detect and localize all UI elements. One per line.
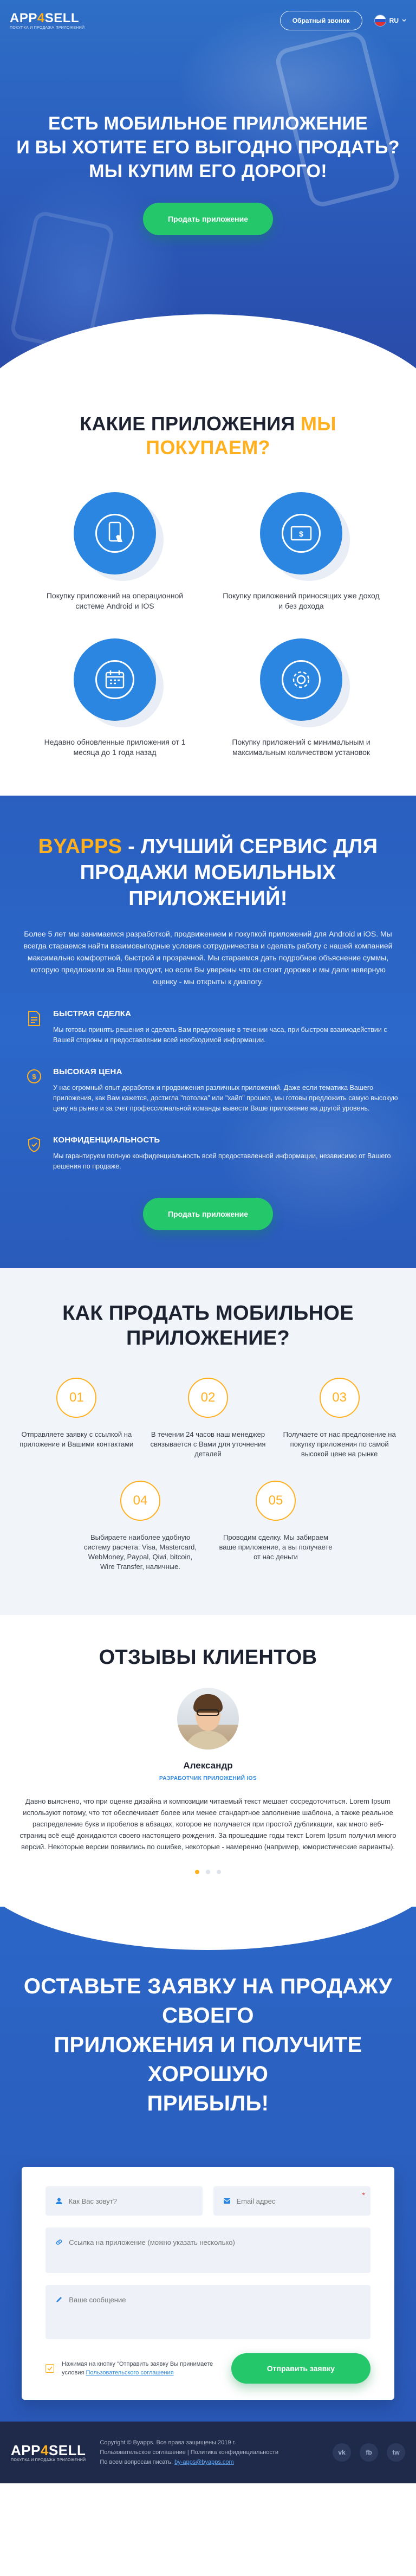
- reviewer-role: РАЗРАБОТЧИК ПРИЛОЖЕНИЙ IOS: [159, 1776, 257, 1781]
- message-input[interactable]: [69, 2296, 361, 2312]
- step: 02 В течении 24 часов наш менеджер связыв…: [142, 1378, 274, 1459]
- facebook-icon[interactable]: fb: [360, 2443, 378, 2462]
- step-number: 01: [56, 1378, 97, 1418]
- hero-section: APP4SELL ПОКУПКА И ПРОДАЖА ПРИЛОЖЕНИЙ Об…: [0, 0, 416, 379]
- document-icon: [28, 1011, 40, 1026]
- hero-title: ЕСТЬ МОБИЛЬНОЕ ПРИЛОЖЕНИЕ И ВЫ ХОТИТЕ ЕГ…: [16, 113, 400, 182]
- ru-flag-icon: [374, 15, 386, 27]
- name-input[interactable]: [68, 2197, 193, 2205]
- user-agreement-link[interactable]: Пользовательского соглашения: [86, 2370, 174, 2376]
- svg-text:$: $: [299, 530, 303, 538]
- submit-request-button[interactable]: Отправить заявку: [231, 2353, 370, 2384]
- footer-meta: Copyright © Byapps. Все права защищены 2…: [100, 2438, 318, 2467]
- section-title: КАКИЕ ПРИЛОЖЕНИЯ МЫ ПОКУПАЕМ?: [80, 412, 336, 459]
- phone-touch-icon: [74, 492, 156, 574]
- step: 05 Проводим сделку. Мы забираем ваше прил…: [208, 1481, 343, 1572]
- logo[interactable]: APP4SELL ПОКУПКА И ПРОДАЖА ПРИЛОЖЕНИЙ: [10, 11, 85, 30]
- carousel-dot[interactable]: [206, 1870, 210, 1874]
- section-title: ОСТАВЬТЕ ЗАЯВКУ НА ПРОДАЖУ СВОЕГО ПРИЛОЖ…: [23, 1974, 393, 2115]
- footer-logo[interactable]: APP4SELL ПОКУПКА И ПРОДАЖА ПРИЛОЖЕНИЙ: [11, 2443, 86, 2462]
- sell-app-button[interactable]: Продать приложение: [142, 203, 274, 235]
- footer: APP4SELL ПОКУПКА И ПРОДАЖА ПРИЛОЖЕНИЙ Co…: [0, 2422, 416, 2483]
- calendar-icon: [74, 638, 156, 721]
- step: 01 Отправляете заявку с ссылкой на прилож…: [11, 1378, 142, 1459]
- email-input[interactable]: [236, 2197, 361, 2205]
- consent-checkbox[interactable]: [46, 2364, 54, 2373]
- footer-links[interactable]: Пользовательское соглашение | Политика к…: [100, 2448, 318, 2457]
- feature-fast-deal: БЫСТРАЯ СДЕЛКА Мы готовы принять решения …: [17, 1009, 399, 1045]
- social-links: vk fb tw: [333, 2443, 405, 2462]
- twitter-icon[interactable]: tw: [387, 2443, 405, 2462]
- link-icon: [56, 2239, 62, 2245]
- required-marker: *: [362, 2191, 365, 2199]
- what-we-buy-section: КАКИЕ ПРИЛОЖЕНИЯ МЫ ПОКУПАЕМ? Покупку пр…: [0, 379, 416, 796]
- carousel-dot[interactable]: [195, 1870, 199, 1874]
- step-number: 05: [256, 1481, 296, 1521]
- consent-text: Нажимая на кнопку "Отправить заявку Вы п…: [62, 2361, 213, 2376]
- section-title: BYAPPS - ЛУЧШИЙ СЕРВИС ДЛЯ ПРОДАЖИ МОБИЛ…: [38, 835, 378, 910]
- step: 04 Выбираете наиболее удобную систему рас…: [73, 1481, 208, 1572]
- coin-icon: $: [27, 1069, 41, 1083]
- step-number: 04: [120, 1481, 160, 1521]
- pencil-icon: [56, 2297, 62, 2302]
- request-form: * Нажимая на кнопку "Отправить заявку Вы…: [22, 2167, 394, 2400]
- feature-confidentiality: КОНФИДЕНЦИАЛЬНОСТЬ Мы гарантируем полную …: [17, 1135, 399, 1172]
- settings-icon: [260, 638, 342, 721]
- buy-item: $ Покупку приложений приносящих уже дохо…: [208, 492, 394, 611]
- step: 03 Получаете от нас предложение на покупк…: [274, 1378, 405, 1459]
- language-selector[interactable]: RU: [374, 15, 406, 27]
- buy-item: Недавно обновленные приложения от 1 меся…: [22, 638, 208, 758]
- section-title: ОТЗЫВЫ КЛИЕНТОВ: [99, 1646, 317, 1669]
- svg-text:$: $: [32, 1073, 36, 1081]
- buy-item: Покупку приложений на операционной систе…: [22, 492, 208, 611]
- step-number: 03: [319, 1378, 360, 1418]
- app-link-input[interactable]: [69, 2238, 361, 2246]
- carousel-dots: [20, 1870, 396, 1874]
- request-section: ОСТАВЬТЕ ЗАЯВКУ НА ПРОДАЖУ СВОЕГО ПРИЛОЖ…: [0, 1907, 416, 2422]
- feature-high-price: $ ВЫСОКАЯ ЦЕНА У нас огромный опыт дорабо…: [17, 1067, 399, 1114]
- step-number: 02: [187, 1378, 228, 1418]
- check-icon: [47, 2366, 53, 2371]
- avatar: [177, 1688, 239, 1749]
- callback-button[interactable]: Обратный звонок: [280, 11, 362, 30]
- user-icon: [56, 2198, 62, 2204]
- contact-email-link[interactable]: by-apps@byapps.com: [174, 2459, 234, 2465]
- carousel-dot[interactable]: [217, 1870, 221, 1874]
- sell-app-button[interactable]: Продать приложение: [142, 1198, 274, 1230]
- review-text: Давно выяснено, что при оценке дизайна и…: [20, 1797, 396, 1851]
- copyright: Copyright © Byapps. Все права защищены 2…: [100, 2439, 236, 2446]
- mail-icon: [223, 2198, 231, 2204]
- why-intro: Более 5 лет мы занимаемся разработкой, п…: [23, 929, 393, 986]
- top-bar: APP4SELL ПОКУПКА И ПРОДАЖА ПРИЛОЖЕНИЙ Об…: [0, 0, 416, 41]
- money-icon: $: [260, 492, 342, 574]
- how-to-sell-section: КАК ПРОДАТЬ МОБИЛЬНОЕ ПРИЛОЖЕНИЕ? 01 Отпр…: [0, 1268, 416, 1615]
- buy-item: Покупку приложений с минимальным и макси…: [208, 638, 394, 758]
- vk-icon[interactable]: vk: [333, 2443, 351, 2462]
- section-title: КАК ПРОДАТЬ МОБИЛЬНОЕ ПРИЛОЖЕНИЕ?: [62, 1302, 354, 1350]
- shield-icon: [28, 1137, 40, 1153]
- chevron-down-icon: [402, 19, 406, 22]
- why-byapps-section: BYAPPS - ЛУЧШИЙ СЕРВИС ДЛЯ ПРОДАЖИ МОБИЛ…: [0, 796, 416, 1268]
- reviewer-name: Александр: [183, 1760, 233, 1771]
- reviews-section: ОТЗЫВЫ КЛИЕНТОВ Александр РАЗРАБОТЧИК ПР…: [0, 1615, 416, 1907]
- logo-tagline: ПОКУПКА И ПРОДАЖА ПРИЛОЖЕНИЙ: [10, 25, 85, 30]
